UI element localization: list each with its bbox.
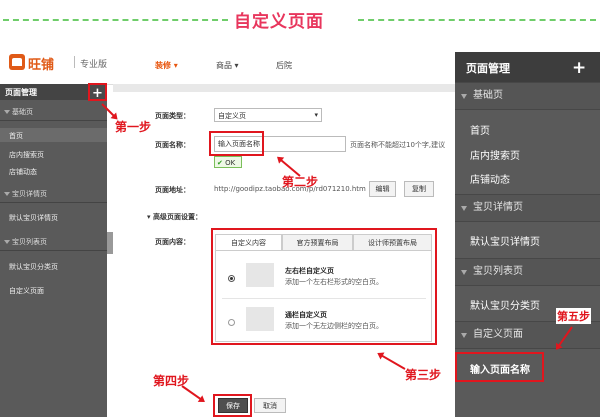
right-item-default-detail[interactable]: 默认宝贝详情页 bbox=[470, 233, 540, 248]
banner-dash-right bbox=[358, 19, 596, 21]
chevron-down-icon: ▾ bbox=[314, 111, 318, 119]
option-two-column-desc: 添加一个左右栏形式的空白页。 bbox=[285, 278, 383, 286]
step5-label: 第五步 bbox=[556, 308, 591, 324]
right-section-custom[interactable]: 自定义页面 bbox=[455, 321, 600, 349]
nav-divider bbox=[74, 56, 75, 68]
step2-highlight bbox=[209, 131, 264, 156]
sidebar-item-default-detail[interactable]: 默认宝贝详情页 bbox=[9, 213, 58, 223]
check-icon: ✔ bbox=[217, 159, 223, 167]
edition-label: 专业版 bbox=[80, 60, 108, 70]
sidebar-item-dynamics[interactable]: 店铺动态 bbox=[9, 167, 37, 177]
page-type-select[interactable]: 自定义页 ▾ bbox=[214, 108, 322, 122]
right-item-search[interactable]: 店内搜索页 bbox=[470, 147, 520, 162]
right-item-new-page-name[interactable]: 输入页面名称 bbox=[470, 361, 530, 376]
copy-address-button[interactable]: 复制 bbox=[404, 181, 434, 197]
sidebar-item-custom-page[interactable]: 自定义页面 bbox=[9, 286, 44, 296]
main-header-bar bbox=[113, 84, 455, 92]
validation-ok-badge: ✔ OK bbox=[214, 156, 242, 168]
page-address-label: 页面地址： bbox=[155, 186, 190, 194]
nav-decor[interactable]: 装修 ▾ bbox=[155, 60, 178, 71]
step4-highlight bbox=[213, 394, 252, 417]
option-full-width-title: 通栏自定义页 bbox=[285, 311, 327, 319]
right-item-dynamics[interactable]: 店铺动态 bbox=[470, 171, 510, 186]
nav-goods[interactable]: 商品 ▾ bbox=[216, 60, 239, 71]
edit-address-button[interactable]: 编辑 bbox=[369, 181, 396, 197]
sidebar-section-basic[interactable]: 基础页 bbox=[0, 104, 107, 121]
step2-label: 第二步 bbox=[282, 175, 319, 189]
sidebar-item-default-category[interactable]: 默认宝贝分类页 bbox=[9, 262, 58, 272]
brand-logo-icon bbox=[9, 54, 25, 70]
step1-label: 第一步 bbox=[115, 120, 152, 134]
step3-label: 第三步 bbox=[405, 368, 442, 382]
add-page-button[interactable]: + bbox=[88, 83, 107, 101]
page-name-hint: 页面名称不能超过10个字,建议 bbox=[350, 141, 446, 149]
right-section-basic[interactable]: 基础页 bbox=[455, 82, 600, 110]
option-full-width-desc: 添加一个无左边侧栏的空白页。 bbox=[285, 322, 383, 330]
right-section-detail[interactable]: 宝贝详情页 bbox=[455, 194, 600, 222]
right-item-home[interactable]: 首页 bbox=[470, 122, 490, 137]
triangle-down-icon: ▾ bbox=[147, 213, 151, 221]
banner-title: 自定义页面 bbox=[234, 12, 324, 32]
brand-name: 旺铺 bbox=[28, 58, 55, 73]
page-name-label: 页面名称： bbox=[155, 141, 190, 149]
advanced-settings-toggle[interactable]: ▾ 高级页面设置： bbox=[147, 212, 202, 222]
page-type-label: 页面类型： bbox=[155, 112, 190, 120]
right-add-page-button[interactable]: + bbox=[572, 58, 586, 78]
cancel-button[interactable]: 取消 bbox=[254, 398, 286, 413]
step3-arrow bbox=[378, 353, 406, 370]
full-width-thumbnail bbox=[246, 307, 274, 331]
page-content-label: 页面内容： bbox=[155, 238, 190, 246]
option-divider bbox=[222, 298, 426, 299]
option-two-column-radio[interactable] bbox=[228, 275, 235, 282]
banner-dash-left bbox=[3, 19, 228, 21]
step4-label: 第四步 bbox=[153, 374, 190, 388]
sidebar-collapse-handle[interactable] bbox=[107, 232, 113, 254]
right-item-default-category[interactable]: 默认宝贝分类页 bbox=[470, 297, 540, 312]
sidebar-section-list[interactable]: 宝贝列表页 bbox=[0, 234, 107, 251]
option-two-column-title: 左右栏自定义页 bbox=[285, 267, 334, 275]
sidebar-item-home[interactable]: 首页 bbox=[9, 131, 23, 141]
option-full-width-radio[interactable] bbox=[228, 319, 235, 326]
two-column-thumbnail bbox=[246, 263, 274, 287]
nav-backyard[interactable]: 后院 bbox=[276, 60, 292, 71]
right-section-list[interactable]: 宝贝列表页 bbox=[455, 258, 600, 286]
sidebar-item-search[interactable]: 店内搜索页 bbox=[9, 150, 44, 160]
sidebar-section-detail[interactable]: 宝贝详情页 bbox=[0, 186, 107, 203]
